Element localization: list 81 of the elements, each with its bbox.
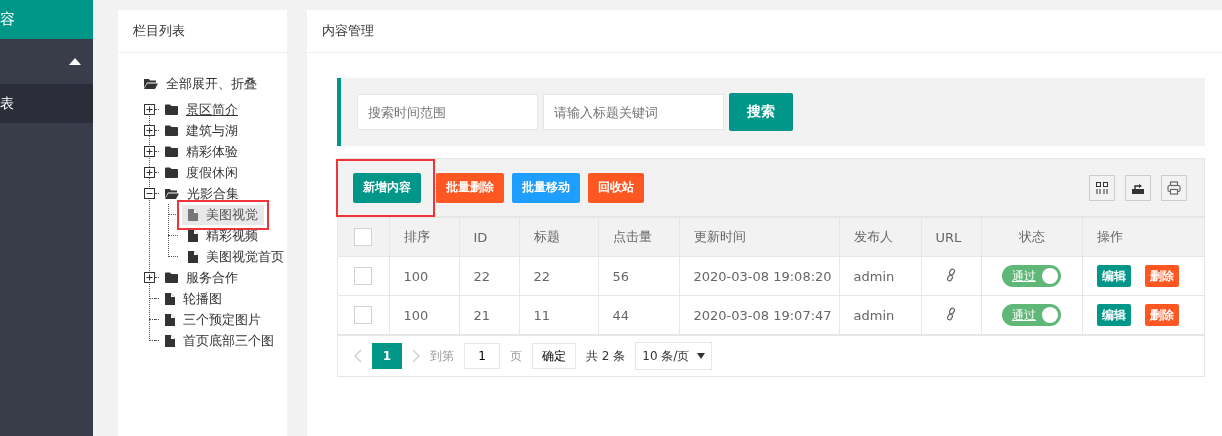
- column-header: 状态: [1018, 229, 1045, 244]
- page-number-field[interactable]: 1: [464, 343, 500, 369]
- link-icon[interactable]: [946, 267, 956, 282]
- file-icon: [188, 229, 198, 242]
- table-cell: 2020-03-08 19:08:20: [693, 268, 832, 284]
- column-header: ID: [473, 229, 488, 245]
- date-range-field[interactable]: 搜索时间范围: [357, 94, 538, 130]
- tree-node[interactable]: 轮播图: [181, 288, 224, 309]
- tree-node[interactable]: 景区简介: [184, 99, 240, 120]
- print-button[interactable]: [1161, 174, 1187, 201]
- search-button[interactable]: 搜索: [729, 93, 793, 131]
- tree-node[interactable]: 精彩视频: [182, 225, 264, 246]
- tree-node[interactable]: 美图视觉首页: [182, 246, 290, 267]
- row-checkbox[interactable]: [354, 306, 372, 324]
- table-cell: 44: [612, 307, 630, 323]
- total-count: 共 2 条: [586, 347, 626, 365]
- file-icon: [165, 334, 175, 347]
- row-checkbox[interactable]: [354, 267, 372, 285]
- edit-button[interactable]: 编辑: [1096, 265, 1131, 287]
- file-icon: [188, 250, 198, 263]
- column-header: 点击量: [612, 229, 652, 244]
- tree-node[interactable]: 建筑与湖: [184, 120, 240, 141]
- page-button[interactable]: 1: [372, 343, 402, 369]
- open-folder-icon: [165, 188, 179, 199]
- table-cell: 11: [533, 307, 551, 323]
- folder-icon: [165, 104, 178, 115]
- expand-icon[interactable]: [144, 104, 155, 115]
- table-cell: admin: [853, 307, 895, 323]
- export-button[interactable]: [1125, 174, 1151, 201]
- tree-node[interactable]: 三个预定图片: [181, 309, 263, 330]
- tree-node[interactable]: 精彩体验: [184, 141, 240, 162]
- tree-node[interactable]: 光影合集: [185, 183, 241, 204]
- table-cell: 22: [533, 268, 551, 284]
- tree-node[interactable]: 首页底部三个图: [181, 330, 276, 351]
- file-icon: [165, 292, 175, 305]
- table-cell: 21: [473, 307, 491, 323]
- column-header: 操作: [1096, 229, 1123, 244]
- goto-label: 到第: [430, 347, 454, 365]
- page-size-select[interactable]: 10 条/页: [635, 342, 713, 370]
- folder-icon: [165, 146, 178, 157]
- page-unit-label: 页: [510, 347, 522, 365]
- columns-button[interactable]: [1089, 174, 1115, 201]
- table-cell: 56: [612, 268, 630, 284]
- folder-icon: [165, 272, 178, 283]
- expand-icon[interactable]: [144, 125, 155, 136]
- caret-icon: [697, 353, 706, 359]
- file-icon: [188, 208, 198, 221]
- tree-node[interactable]: 度假休闲: [184, 162, 240, 183]
- table-cell: 2020-03-08 19:07:47: [693, 307, 832, 323]
- table-cell: 100: [403, 307, 429, 323]
- expand-icon[interactable]: [144, 272, 155, 283]
- expand-all-link[interactable]: 全部展开、折叠: [164, 73, 259, 94]
- table-cell: 100: [403, 268, 429, 284]
- table-cell: 22: [473, 268, 491, 284]
- action-button[interactable]: 新增内容: [353, 172, 421, 203]
- caret-icon: [69, 58, 81, 65]
- column-header: 标题: [533, 229, 560, 244]
- keyword-field[interactable]: 请输入标题关键词: [543, 94, 724, 130]
- column-header: 发布人: [853, 229, 893, 244]
- link-icon[interactable]: [946, 306, 956, 321]
- table-cell: admin: [853, 268, 895, 284]
- tree-node[interactable]: 服务合作: [184, 267, 240, 288]
- column-header: URL: [935, 229, 962, 245]
- expand-icon[interactable]: [144, 167, 155, 178]
- select-all-checkbox[interactable]: [354, 228, 372, 246]
- collapse-icon[interactable]: [144, 188, 155, 199]
- folder-icon: [165, 167, 178, 178]
- open-folder-icon: [144, 78, 158, 89]
- folder-icon: [165, 125, 178, 136]
- sidebar-item[interactable]: 表: [0, 84, 93, 123]
- confirm-button[interactable]: 确定: [532, 343, 576, 369]
- grid-icon: [1095, 180, 1109, 195]
- sidebar-title[interactable]: 容: [0, 0, 93, 39]
- column-header: 更新时间: [693, 229, 746, 244]
- expand-icon[interactable]: [144, 146, 155, 157]
- column-header: 排序: [403, 229, 430, 244]
- print-icon: [1167, 180, 1181, 195]
- edit-button[interactable]: 编辑: [1096, 304, 1131, 326]
- panel-title: 内容管理: [307, 10, 1222, 53]
- file-icon: [165, 313, 175, 326]
- panel-title: 栏目列表: [118, 10, 287, 53]
